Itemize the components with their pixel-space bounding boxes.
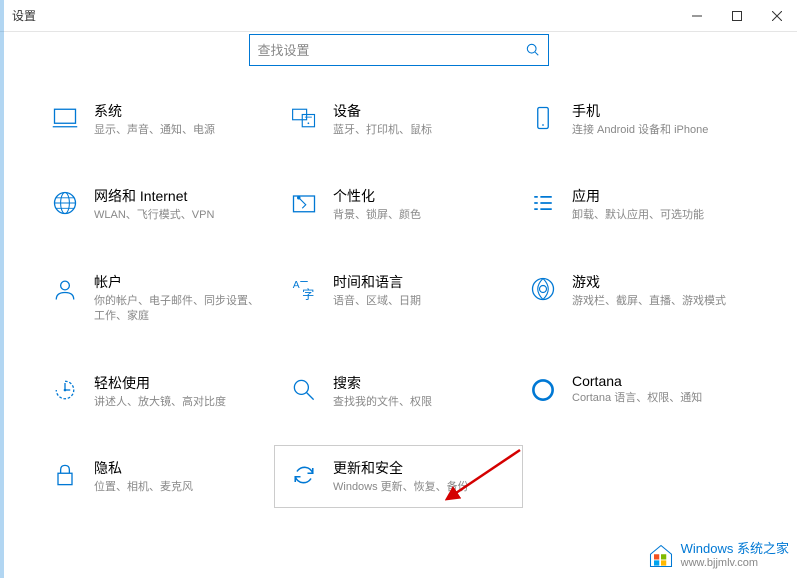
ease-of-access-icon (50, 375, 80, 405)
phone-icon (528, 103, 558, 133)
watermark: Windows 系统之家 www.bjjmlv.com (647, 541, 789, 570)
svg-text:字: 字 (302, 286, 314, 301)
category-title: 网络和 Internet (94, 186, 269, 206)
category-ease-of-access[interactable]: 轻松使用 讲述人、放大镜、高对比度 (50, 373, 269, 410)
category-title: 更新和安全 (333, 458, 508, 478)
network-icon (50, 188, 80, 218)
svg-text:A: A (293, 280, 300, 291)
category-privacy[interactable]: 隐私 位置、相机、麦克风 (50, 458, 269, 495)
maximize-button[interactable] (717, 0, 757, 32)
time-language-icon: A字 (289, 274, 319, 304)
devices-icon (289, 103, 319, 133)
category-search[interactable]: 搜索 查找我的文件、权限 (289, 373, 508, 410)
category-cortana[interactable]: Cortana Cortana 语言、权限、通知 (528, 373, 747, 410)
window-controls (677, 0, 797, 32)
category-desc: Cortana 语言、权限、通知 (572, 391, 747, 406)
category-desc: 语音、区域、日期 (333, 294, 508, 309)
category-desc: 卸载、默认应用、可选功能 (572, 208, 747, 223)
category-desc: 背景、锁屏、颜色 (333, 208, 508, 223)
category-system[interactable]: 系统 显示、声音、通知、电源 (50, 101, 269, 138)
gaming-icon (528, 274, 558, 304)
category-title: 帐户 (94, 272, 269, 292)
category-desc: 蓝牙、打印机、鼠标 (333, 123, 508, 138)
category-time-language[interactable]: A字 时间和语言 语音、区域、日期 (289, 272, 508, 325)
window-title: 设置 (12, 7, 677, 24)
category-title: 系统 (94, 101, 269, 121)
category-desc: 位置、相机、麦克风 (94, 480, 269, 495)
category-title: 隐私 (94, 458, 269, 478)
watermark-line2: www.bjjmlv.com (681, 557, 789, 570)
search-box[interactable] (249, 34, 549, 66)
category-devices[interactable]: 设备 蓝牙、打印机、鼠标 (289, 101, 508, 138)
search-icon (526, 43, 540, 57)
category-desc: 你的帐户、电子邮件、同步设置、工作、家庭 (94, 294, 269, 325)
watermark-line1: Windows 系统之家 (681, 541, 789, 557)
category-desc: 连接 Android 设备和 iPhone (572, 123, 747, 138)
category-apps[interactable]: 应用 卸载、默认应用、可选功能 (528, 186, 747, 223)
watermark-logo-icon (647, 542, 675, 570)
category-desc: 查找我的文件、权限 (333, 395, 508, 410)
apps-icon (528, 188, 558, 218)
category-title: 应用 (572, 186, 747, 206)
category-phone[interactable]: 手机 连接 Android 设备和 iPhone (528, 101, 747, 138)
search-input[interactable] (258, 43, 526, 58)
category-title: 手机 (572, 101, 747, 121)
category-accounts[interactable]: 帐户 你的帐户、电子邮件、同步设置、工作、家庭 (50, 272, 269, 325)
categories-grid: 系统 显示、声音、通知、电源 设备 蓝牙、打印机、鼠标 手机 连接 Androi… (0, 101, 797, 495)
category-desc: 游戏栏、截屏、直播、游戏模式 (572, 294, 747, 309)
category-title: 游戏 (572, 272, 747, 292)
cortana-icon (528, 375, 558, 405)
category-desc: 讲述人、放大镜、高对比度 (94, 395, 269, 410)
search-category-icon (289, 375, 319, 405)
system-icon (50, 103, 80, 133)
category-gaming[interactable]: 游戏 游戏栏、截屏、直播、游戏模式 (528, 272, 747, 325)
category-desc: Windows 更新、恢复、备份 (333, 480, 508, 495)
category-title: 设备 (333, 101, 508, 121)
close-button[interactable] (757, 0, 797, 32)
category-personalization[interactable]: 个性化 背景、锁屏、颜色 (289, 186, 508, 223)
titlebar: 设置 (0, 0, 797, 32)
category-title: 搜索 (333, 373, 508, 393)
minimize-button[interactable] (677, 0, 717, 32)
category-desc: WLAN、飞行模式、VPN (94, 208, 269, 223)
category-desc: 显示、声音、通知、电源 (94, 123, 269, 138)
update-security-icon (289, 460, 319, 490)
category-title: Cortana (572, 373, 747, 389)
category-update-security[interactable]: 更新和安全 Windows 更新、恢复、备份 (274, 445, 523, 508)
accounts-icon (50, 274, 80, 304)
privacy-icon (50, 460, 80, 490)
category-title: 轻松使用 (94, 373, 269, 393)
category-title: 时间和语言 (333, 272, 508, 292)
category-network[interactable]: 网络和 Internet WLAN、飞行模式、VPN (50, 186, 269, 223)
category-title: 个性化 (333, 186, 508, 206)
personalization-icon (289, 188, 319, 218)
